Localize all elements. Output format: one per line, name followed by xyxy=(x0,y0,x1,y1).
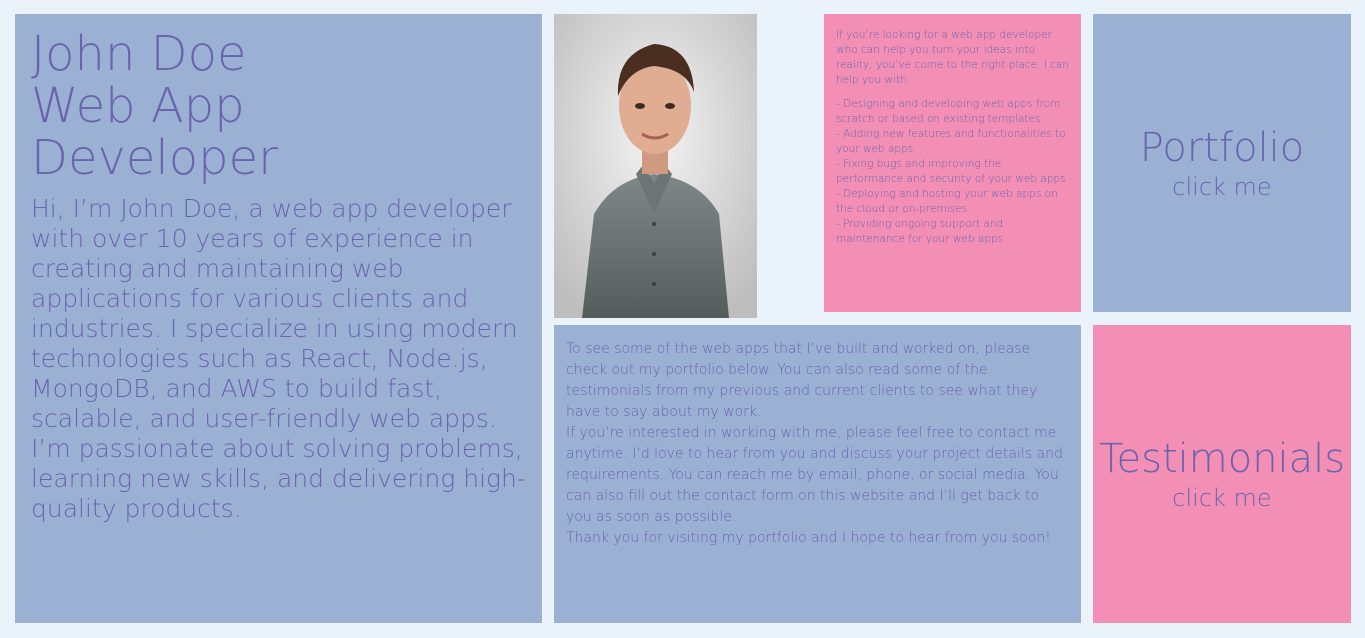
portfolio-button[interactable]: Portfolio click me xyxy=(1093,14,1351,312)
bio-text: Hi, I’m John Doe, a web app developer wi… xyxy=(31,194,526,523)
testimonials-button[interactable]: Testimonials click me xyxy=(1093,325,1351,623)
contact-paragraph-reach-out: If you’re interested in working with me,… xyxy=(566,425,1063,525)
services-intro: If you’re looking for a web app develope… xyxy=(836,29,1069,86)
title-role-line-1: Web App xyxy=(31,78,245,134)
page-title: John Doe Web App Developer xyxy=(31,28,526,184)
portfolio-title: Portfolio xyxy=(1139,125,1305,171)
profile-photo xyxy=(554,14,757,318)
testimonials-subtitle: click me xyxy=(1172,484,1272,512)
testimonials-title: Testimonials xyxy=(1098,436,1346,482)
title-role-line-2: Developer xyxy=(31,130,278,186)
services-panel: If you’re looking for a web app develope… xyxy=(824,14,1081,312)
list-item: - Providing ongoing support and maintena… xyxy=(836,218,1004,245)
services-list: - Designing and developing web apps from… xyxy=(836,97,1069,247)
list-item: - Designing and developing web apps from… xyxy=(836,98,1061,125)
profile-photo-image xyxy=(554,14,757,318)
contact-paragraph-portfolio: To see some of the web apps that I’ve bu… xyxy=(566,341,1038,420)
contact-paragraph-thanks: Thank you for visiting my portfolio and … xyxy=(566,530,1051,546)
title-name: John Doe xyxy=(31,26,247,82)
intro-panel: John Doe Web App Developer Hi, I’m John … xyxy=(15,14,542,623)
list-item: - Adding new features and functionalitie… xyxy=(836,128,1066,155)
contact-panel: To see some of the web apps that I’ve bu… xyxy=(554,325,1081,623)
portfolio-subtitle: click me xyxy=(1172,173,1272,201)
list-item: - Fixing bugs and improving the performa… xyxy=(836,158,1066,185)
list-item: - Deploying and hosting your web apps on… xyxy=(836,188,1058,215)
